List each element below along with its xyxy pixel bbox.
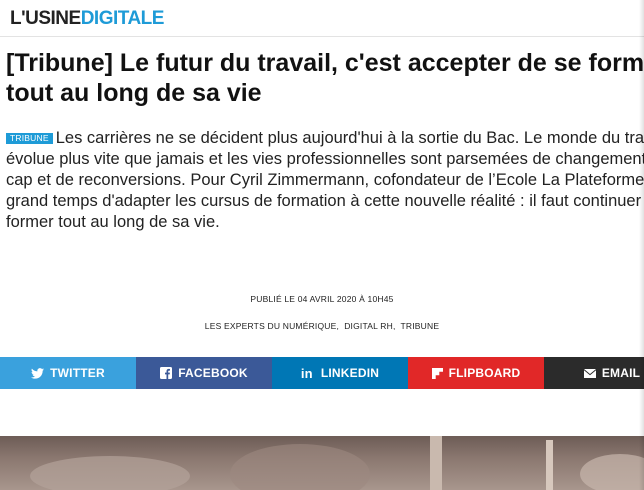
twitter-bird-icon: [31, 367, 45, 379]
envelope-icon: [583, 368, 596, 378]
article-tag-badge[interactable]: TRIBUNE: [6, 133, 53, 144]
email-share-button[interactable]: EMAIL: [544, 357, 644, 389]
twitter-share-button[interactable]: TWITTER: [0, 357, 136, 389]
article-card: L'USINEDIGITALE [Tribune] Le futur du tr…: [0, 0, 644, 490]
flipboard-icon: [431, 367, 443, 379]
logo-text-usine: L'USINE: [10, 8, 81, 29]
facebook-share-button[interactable]: FACEBOOK: [136, 357, 272, 389]
flipboard-share-button[interactable]: FLIPBOARD: [408, 357, 544, 389]
linkedin-share-label: LINKEDIN: [320, 366, 380, 380]
site-logo[interactable]: L'USINEDIGITALE: [10, 8, 164, 30]
share-bar: TWITTER FACEBOOK in LINKEDIN FLIPBOARD E…: [0, 357, 644, 389]
category-link-experts[interactable]: LES EXPERTS DU NUMÉRIQUE: [205, 321, 337, 331]
email-share-label: EMAIL: [601, 366, 641, 380]
header-divider: [0, 36, 644, 37]
article-title: [Tribune] Le futur du travail, c'est acc…: [6, 49, 644, 107]
page-frame: L'USINEDIGITALE [Tribune] Le futur du tr…: [0, 0, 644, 490]
article-categories: LES EXPERTS DU NUMÉRIQUE, DIGITAL RH, TR…: [204, 321, 440, 331]
article-lead: TRIBUNE Les carrières ne se décident plus…: [6, 128, 644, 233]
publication-date: PUBLIÉ LE 04 AVRIL 2020 À 10H45: [250, 294, 394, 304]
facebook-f-icon: [160, 367, 173, 379]
category-link-digital-rh[interactable]: DIGITAL RH: [344, 321, 393, 331]
card-edge-shadow: [639, 0, 644, 490]
facebook-share-label: FACEBOOK: [178, 366, 248, 380]
twitter-share-label: TWITTER: [50, 366, 105, 380]
linkedin-in-icon: in: [300, 365, 313, 381]
flipboard-share-label: FLIPBOARD: [448, 366, 521, 380]
logo-text-digitale: DIGITALE: [80, 8, 165, 29]
article-lead-text: Les carrières ne se décident plus aujour…: [6, 129, 644, 231]
article-hero-image: [0, 436, 644, 490]
linkedin-share-button[interactable]: in LINKEDIN: [272, 357, 408, 389]
category-link-tribune[interactable]: TRIBUNE: [400, 321, 439, 331]
